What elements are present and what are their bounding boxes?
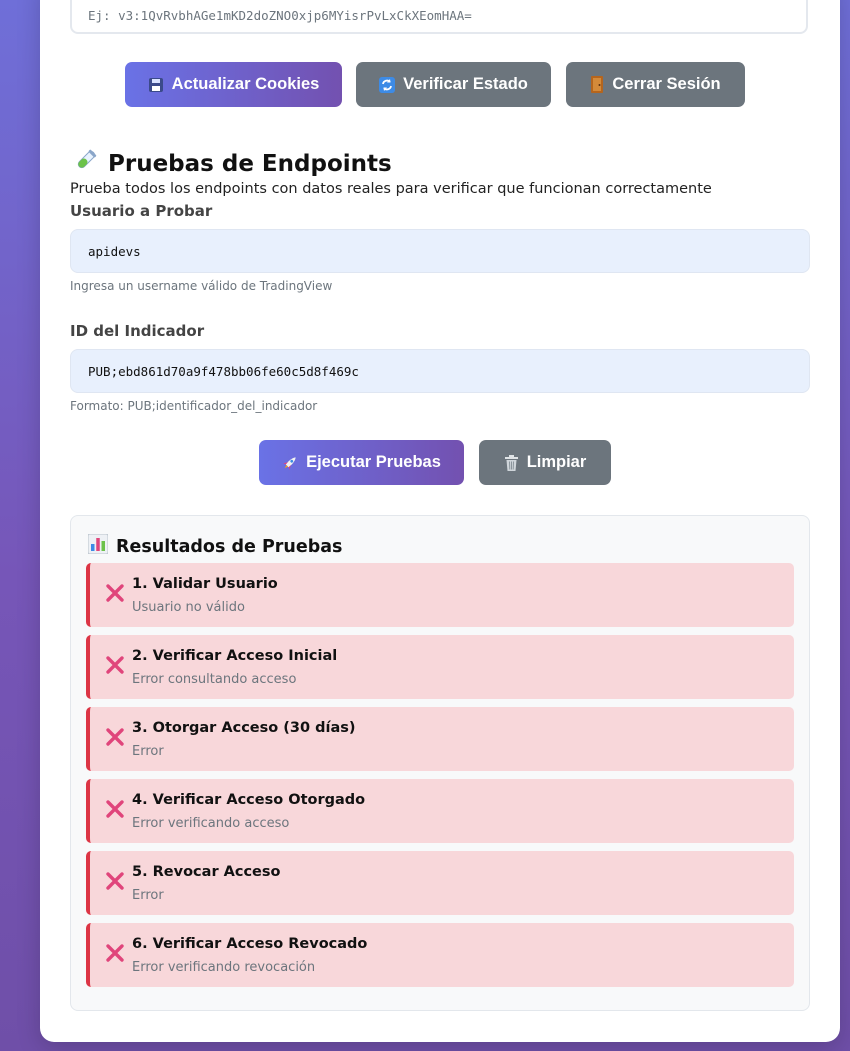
verify-status-button[interactable]: Verificar Estado [356,62,551,107]
results-panel: Resultados de Pruebas 1. Validar Usuario… [70,515,810,1011]
result-item: 1. Validar Usuario Usuario no válido [86,563,794,627]
user-label: Usuario a Probar [70,202,213,220]
result-item: 4. Verificar Acceso Otorgado Error verif… [86,779,794,843]
bar-chart-icon [87,533,109,559]
clear-button[interactable]: Limpiar [479,440,611,485]
tests-title-text: Pruebas de Endpoints [108,151,392,177]
result-item: 3. Otorgar Acceso (30 días) Error [86,707,794,771]
tests-section-title: Pruebas de Endpoints [72,148,392,180]
tests-description: Prueba todos los endpoints con datos rea… [70,181,712,197]
cookie-input[interactable]: Ej: v3:1QvRvbhAGe1mKD2doZNO0xjp6MYisrPvL… [70,0,808,34]
logout-button[interactable]: Cerrar Sesión [566,62,745,107]
run-tests-button[interactable]: Ejecutar Pruebas [259,440,464,485]
result-title: 2. Verificar Acceso Inicial [132,648,338,664]
refresh-icon [379,76,396,93]
result-item: 2. Verificar Acceso Inicial Error consul… [86,635,794,699]
result-message: Usuario no válido [132,600,245,615]
results-title: Resultados de Pruebas [87,533,343,559]
user-input[interactable]: apidevs [70,229,810,273]
update-cookies-button[interactable]: Actualizar Cookies [125,62,342,107]
cross-mark-icon [106,656,124,674]
cross-mark-icon [106,800,124,818]
result-title: 6. Verificar Acceso Revocado [132,936,368,952]
results-title-text: Resultados de Pruebas [116,536,343,557]
user-help-text: Ingresa un username válido de TradingVie… [70,279,333,293]
clear-label: Limpiar [526,453,587,471]
logout-label: Cerrar Sesión [612,75,721,93]
floppy-disk-icon [148,77,164,93]
indicator-help-text: Formato: PUB;identificador_del_indicador [70,399,318,413]
user-input-value: apidevs [88,243,141,259]
result-message: Error consultando acceso [132,672,297,687]
indicator-input-value: PUB;ebd861d70a9f478bb06fe60c5d8f469c [88,363,359,379]
cross-mark-icon [106,944,124,962]
result-title: 5. Revocar Acceso [132,864,281,880]
update-cookies-label: Actualizar Cookies [171,75,320,93]
result-message: Error [132,744,164,759]
result-title: 4. Verificar Acceso Otorgado [132,792,366,808]
cross-mark-icon [106,728,124,746]
result-message: Error verificando acceso [132,816,290,831]
result-item: 5. Revocar Acceso Error [86,851,794,915]
result-title: 3. Otorgar Acceso (30 días) [132,720,356,736]
main-card: Ej: v3:1QvRvbhAGe1mKD2doZNO0xjp6MYisrPvL… [40,0,840,1042]
indicator-input[interactable]: PUB;ebd861d70a9f478bb06fe60c5d8f469c [70,349,810,393]
indicator-label: ID del Indicador [70,322,205,340]
door-icon [590,76,604,93]
trash-icon [504,454,519,471]
run-tests-label: Ejecutar Pruebas [306,453,441,471]
result-item: 6. Verificar Acceso Revocado Error verif… [86,923,794,987]
result-message: Error verificando revocación [132,960,316,975]
cookie-input-placeholder: Ej: v3:1QvRvbhAGe1mKD2doZNO0xjp6MYisrPvL… [88,8,472,23]
cross-mark-icon [106,584,124,602]
result-title: 1. Validar Usuario [132,576,278,592]
cross-mark-icon [106,872,124,890]
verify-status-label: Verificar Estado [403,75,528,93]
rocket-icon [282,455,298,471]
test-tube-icon [72,148,98,180]
result-message: Error [132,888,164,903]
